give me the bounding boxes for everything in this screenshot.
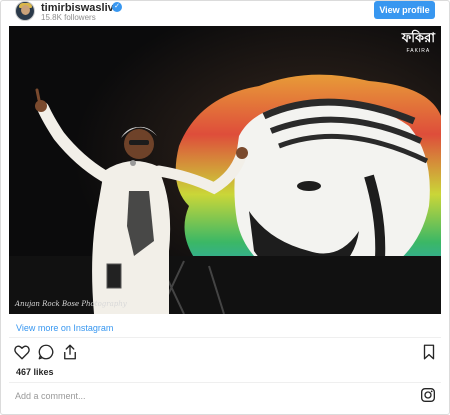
instagram-icon[interactable] [420,387,436,403]
followers-count: 15.8K followers [41,13,96,22]
post-header: timirbiswaslive ✓ 15.8K followers View p… [1,1,449,23]
heart-icon[interactable] [13,343,33,363]
avatar[interactable] [15,1,35,21]
concert-scene [9,26,441,314]
photo-credit: Anujan Rock Bose Photography [15,300,127,308]
divider [9,337,441,338]
bookmark-icon[interactable] [421,343,441,363]
verified-badge-icon: ✓ [112,2,122,12]
add-comment-input[interactable] [15,389,405,403]
view-profile-button[interactable]: View profile [374,1,435,19]
fakira-logo: ফকিরা FAKIRA [401,31,435,54]
instagram-embed-card: timirbiswaslive ✓ 15.8K followers View p… [0,0,450,415]
share-icon[interactable] [61,343,81,363]
post-photo[interactable]: ফকিরা FAKIRA Anujan Rock Bose Photograph… [9,26,441,314]
divider [9,382,441,383]
comment-icon[interactable] [37,343,57,363]
likes-count[interactable]: 467 likes [16,367,54,377]
view-more-link[interactable]: View more on Instagram [16,323,113,333]
